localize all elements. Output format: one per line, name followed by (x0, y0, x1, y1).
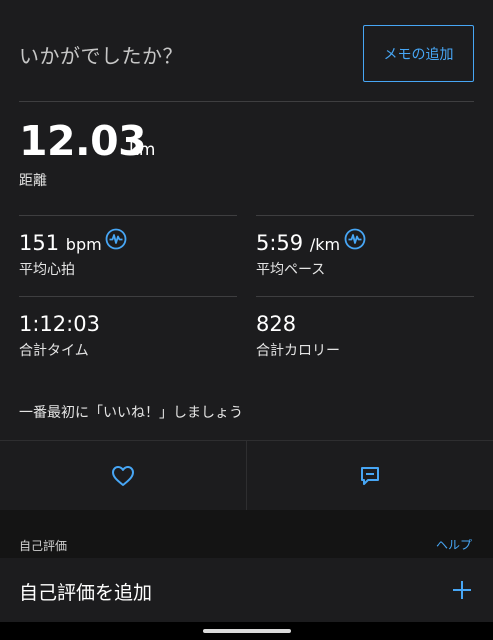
comment-icon (361, 466, 379, 485)
heart-rate-icon[interactable] (105, 228, 127, 250)
avg-heart-rate-value: 151 bpm (19, 230, 102, 258)
first-like-prompt: 一番最初に「いいね！」しましょう (19, 405, 243, 421)
divider (256, 296, 474, 297)
avg-pace-number: 5:59 (256, 231, 304, 255)
home-gesture-handle[interactable] (203, 629, 291, 633)
distance-label: 距離 (19, 173, 47, 189)
add-memo-button[interactable]: メモの追加 (363, 25, 474, 82)
distance-unit: km (129, 140, 156, 160)
avg-heart-rate-number: 151 (19, 231, 60, 255)
avg-pace-label: 平均ペース (256, 262, 326, 278)
section-header (0, 510, 493, 558)
total-time-label: 合計タイム (19, 343, 89, 359)
avg-pace-value: 5:59 /km (256, 230, 340, 258)
help-link[interactable]: ヘルプ (436, 536, 472, 553)
add-self-evaluation-label: 自己評価を追加 (19, 582, 153, 604)
divider (19, 101, 474, 102)
divider (19, 215, 237, 216)
self-evaluation-section-label: 自己評価 (19, 539, 68, 553)
divider (19, 296, 237, 297)
avg-pace-unit: /km (309, 235, 341, 254)
heart-rate-icon[interactable] (344, 228, 366, 250)
total-calories-value: 828 (256, 312, 297, 336)
total-calories-label: 合計カロリー (256, 343, 340, 359)
avg-heart-rate-label: 平均心拍 (19, 262, 75, 278)
distance-value: 12.03 (19, 117, 147, 165)
plus-icon[interactable] (452, 580, 472, 600)
heart-icon (112, 465, 134, 486)
feedback-prompt: いかがでしたか？ (19, 44, 183, 68)
total-time-value: 1:12:03 (19, 312, 100, 336)
comment-button[interactable] (247, 441, 493, 510)
like-button[interactable] (0, 441, 246, 510)
avg-heart-rate-unit: bpm (65, 235, 102, 254)
divider (256, 215, 474, 216)
